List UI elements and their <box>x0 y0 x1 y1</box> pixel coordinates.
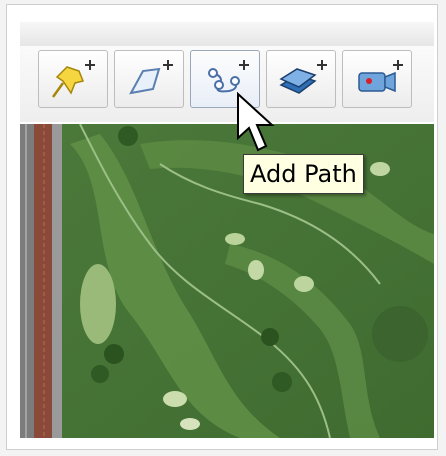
pushpin-plus-icon <box>51 60 95 98</box>
map-view[interactable] <box>20 124 434 438</box>
add-image-overlay-button[interactable] <box>266 50 336 108</box>
record-tour-button[interactable] <box>342 50 412 108</box>
add-placemark-button[interactable] <box>38 50 108 108</box>
tooltip: Add Path <box>243 154 364 194</box>
add-polygon-button[interactable] <box>114 50 184 108</box>
toolbar <box>20 46 434 122</box>
camera-plus-icon <box>358 60 403 93</box>
mouse-pointer-icon <box>237 92 275 152</box>
image-overlay-plus-icon <box>279 60 327 94</box>
aerial-golf-course-map <box>20 124 434 438</box>
title-strip <box>20 22 434 47</box>
polygon-plus-icon <box>129 60 173 95</box>
